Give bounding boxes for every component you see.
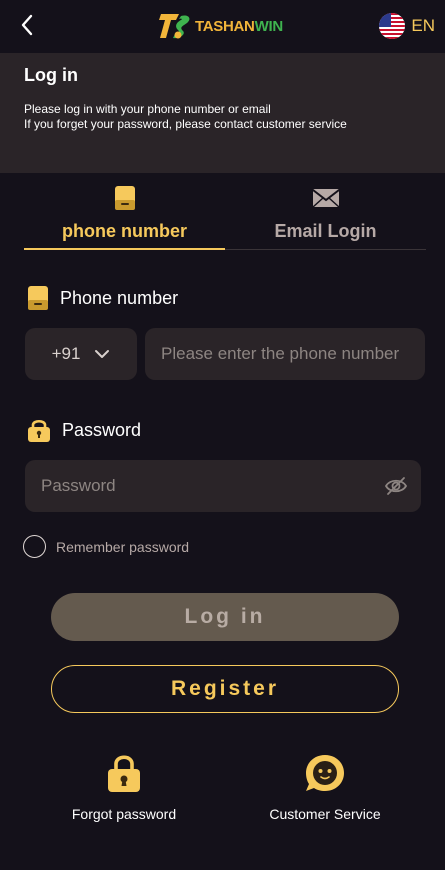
customer-service-icon	[304, 752, 346, 794]
phone-icon	[114, 183, 136, 213]
password-field-label-row: Password	[26, 417, 141, 443]
logo-text: TASHANWIN	[195, 18, 283, 35]
back-button[interactable]	[14, 12, 40, 38]
language-selector[interactable]: EN	[379, 12, 435, 40]
header-instruction-1: Please log in with your phone number or …	[24, 102, 271, 116]
logo-text-win: WIN	[254, 17, 284, 35]
forgot-password-label: Forgot password	[71, 806, 177, 822]
tab-phone-number[interactable]: phone number	[24, 180, 225, 250]
phone-field-label-row: Phone number	[26, 285, 178, 311]
remember-password-row[interactable]: Remember password	[23, 535, 189, 558]
password-field-label: Password	[62, 419, 142, 440]
mail-icon	[311, 183, 340, 213]
register-button[interactable]: Register	[51, 665, 399, 713]
tab-email-login[interactable]: Email Login	[225, 180, 426, 249]
password-input[interactable]	[25, 460, 421, 512]
header-panel: Log in Please log in with your phone num…	[0, 53, 445, 173]
country-code-value: +91	[51, 344, 81, 363]
customer-service-button[interactable]: Customer Service	[245, 752, 405, 822]
phone-field-label: Phone number	[60, 287, 179, 308]
tab-email-login-label: Email Login	[274, 221, 377, 241]
chevron-left-icon	[21, 14, 33, 36]
customer-service-label: Customer Service	[269, 806, 381, 822]
phone-number-input[interactable]	[145, 328, 425, 380]
us-flag-icon	[379, 13, 406, 39]
language-label: EN	[411, 16, 435, 35]
page-title: Log in	[24, 65, 78, 85]
eye-off-icon	[384, 477, 408, 495]
header-instruction-2: If you forget your password, please cont…	[24, 117, 347, 131]
logo-text-tashan: TASHAN	[195, 17, 255, 35]
phone-icon	[28, 286, 48, 310]
remember-password-label: Remember password	[56, 538, 190, 555]
remember-password-radio[interactable]	[23, 535, 46, 558]
tab-phone-number-label: phone number	[62, 221, 187, 241]
toggle-password-visibility[interactable]	[383, 473, 409, 499]
login-button[interactable]: Log in	[51, 593, 399, 641]
padlock-icon	[107, 752, 141, 794]
chevron-down-icon	[95, 350, 110, 358]
login-tabs: phone number Email Login	[24, 180, 426, 250]
country-code-select[interactable]: +91	[25, 328, 137, 380]
forgot-password-button[interactable]: Forgot password	[44, 752, 204, 822]
logo-icon	[159, 14, 190, 39]
top-bar: TASHANWIN EN	[0, 0, 445, 53]
lock-icon	[28, 419, 50, 442]
brand-logo: TASHANWIN	[159, 10, 283, 42]
